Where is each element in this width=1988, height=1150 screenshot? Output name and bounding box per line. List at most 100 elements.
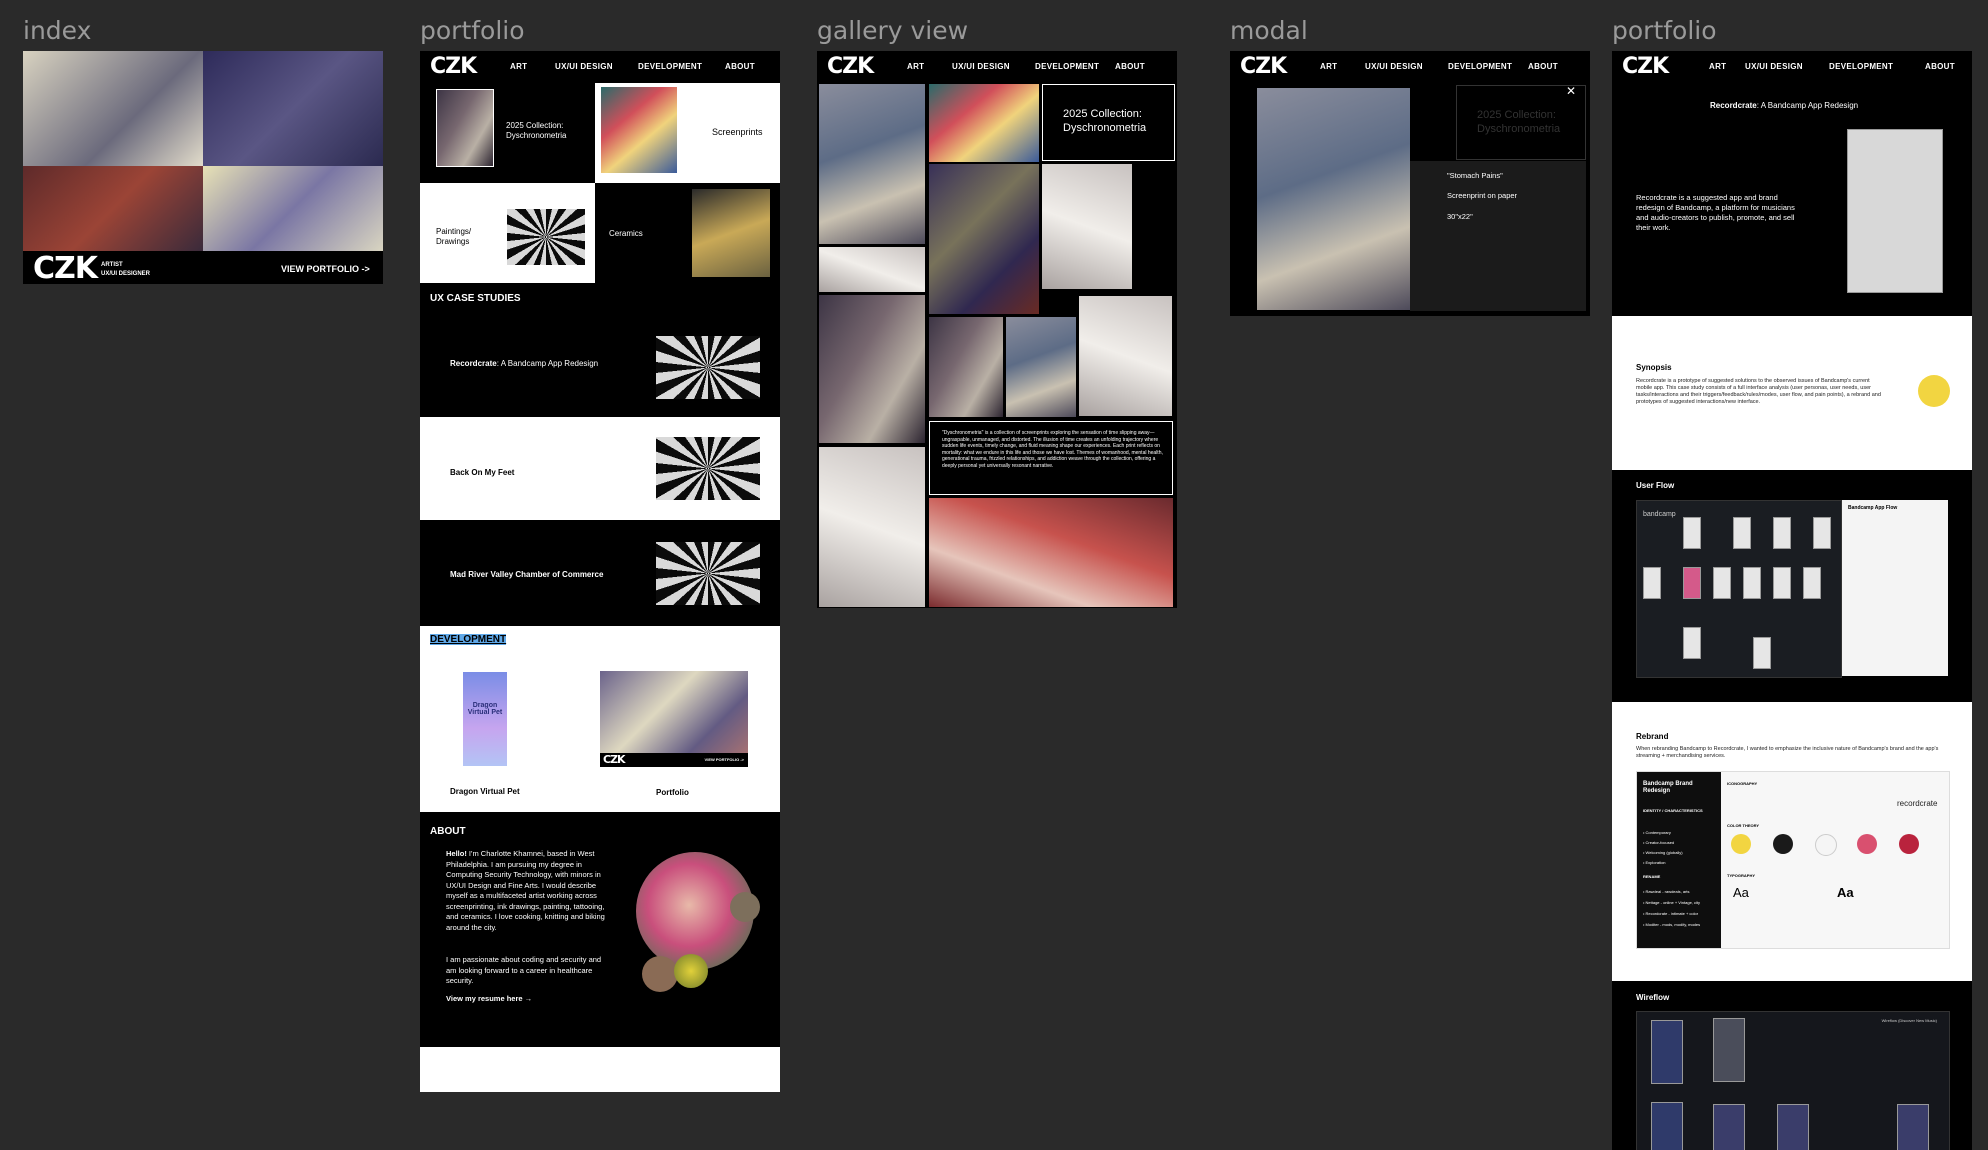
dev-section: DEVELOPMENT Dragon Virtual Pet Dragon Vi… [420,626,780,812]
case-back-on-my-feet[interactable]: Back On My Feet [420,417,780,520]
avatar-small-3 [674,954,708,988]
trait: • Welcoming (globally) [1643,850,1683,855]
nav-dev[interactable]: DEVELOPMENT [1829,62,1893,71]
ghost-title: 2025 Collection: Dyschronometria [1477,109,1561,135]
gallery-item[interactable] [819,84,925,244]
dragon-pet-thumb[interactable]: Dragon Virtual Pet [463,672,507,766]
case-title-bold: Recordcrate [1710,101,1757,110]
dev-heading: DEVELOPMENT [430,634,507,645]
role-artist: ARTIST [101,262,123,268]
role-ux: UX/UI DESIGNER [101,271,151,277]
gallery-item[interactable] [1042,164,1132,289]
case-hero: CZK ART UX/UI DESIGN DEVELOPMENT ABOUT R… [1612,51,1972,316]
view-portfolio-button[interactable]: VIEW PORTFOLIO -> [281,264,370,274]
case-intro: Recordcrate is a suggested app and brand… [1636,193,1795,232]
nav-dev[interactable]: DEVELOPMENT [638,62,702,71]
swatch-red [1899,834,1919,854]
about-heading: ABOUT [430,826,466,837]
rebrand-heading: Rebrand [1636,732,1669,741]
brand-redesign-heading: Bandcamp Brand Redesign [1643,781,1693,794]
gallery-title: 2025 Collection: Dyschronometria [1063,108,1147,134]
wire-screen [1713,1104,1745,1150]
nav-dev[interactable]: DEVELOPMENT [1035,62,1099,71]
dev2-label[interactable]: Portfolio [656,788,689,797]
case1-thumb [656,336,760,399]
nav-ux[interactable]: UX/UI DESIGN [555,62,613,71]
modal-medium: Screenprint on paper [1447,191,1518,200]
logo[interactable]: CZK [1622,54,1669,79]
flow-screen [1803,567,1821,599]
nav-art[interactable]: ART [1709,62,1726,71]
userflow-heading: User Flow [1636,481,1675,490]
case-recordcrate[interactable]: Recordcrate: A Bandcamp App Redesign [420,314,780,417]
nav-ux[interactable]: UX/UI DESIGN [1745,62,1803,71]
nav-art[interactable]: ART [907,62,924,71]
nav-art[interactable]: ART [1320,62,1337,71]
case-mad-river[interactable]: Mad River Valley Chamber of Commerce [420,520,780,626]
nav-ux[interactable]: UX/UI DESIGN [952,62,1010,71]
nav-ux[interactable]: UX/UI DESIGN [1365,62,1423,71]
paintings-thumb [507,209,585,265]
frame-label-modal: modal [1230,16,1308,45]
gallery-item[interactable] [929,84,1039,162]
tile-collection[interactable]: 2025 Collection: Dyschronometria [420,83,595,183]
wire-screen [1651,1020,1683,1084]
flow-screen [1773,517,1791,549]
logo[interactable]: CZK [430,54,477,79]
wireflow-diagram: Wireflow (Discover New Music) [1636,1011,1950,1150]
case2-thumb [656,437,760,500]
wireflow-heading: Wireflow [1636,993,1670,1002]
nav-about[interactable]: ABOUT [1528,62,1558,71]
portfolio-thumb-logo: CZK [603,753,626,766]
hero-tile [203,51,383,166]
color-theory-heading: COLOR THEORY [1727,823,1760,828]
nav-about[interactable]: ABOUT [1925,62,1955,71]
resume-link[interactable]: View my resume here → [446,994,532,1003]
gallery-item[interactable] [819,447,925,607]
about-p1: I'm Charlotte Khamnei, based in West Phi… [446,849,605,932]
modal-artwork [1257,88,1410,310]
trait: • Creator-focused [1643,840,1675,845]
name-option: • Nettage - online + Vintage, city [1643,900,1701,905]
flow-screen [1713,567,1731,599]
tile-ceramics[interactable]: Ceramics [595,183,780,283]
hero-tile [203,166,383,251]
case1-title: Recordcrate: A Bandcamp App Redesign [450,359,598,368]
swatch-pink [1857,834,1877,854]
collection-thumb [436,89,494,167]
portfolio-thumb[interactable]: CZK VIEW PORTFOLIO -> [600,671,748,767]
gallery-item[interactable] [929,498,1173,607]
close-icon[interactable]: ✕ [1566,84,1576,98]
app-flow-heading: Bandcamp App Flow [1848,505,1898,511]
nav-art[interactable]: ART [510,62,527,71]
gallery-item[interactable] [819,295,925,443]
case3-thumb [656,542,760,605]
identity-heading: IDENTITY / CHARACTERISTICS [1643,808,1703,813]
gallery-item[interactable] [1079,296,1172,416]
logo[interactable]: CZK [1240,54,1287,79]
synopsis-text: Recordcrate is a prototype of suggested … [1636,378,1881,405]
gallery-item[interactable] [819,247,925,292]
flow-screen [1813,517,1831,549]
index-frame: CZK ARTIST UX/UI DESIGNER VIEW PORTFOLIO… [23,51,383,284]
dev1-label[interactable]: Dragon Virtual Pet [450,787,520,796]
ceramics-label: Ceramics [609,229,643,238]
case-study-frame: CZK ART UX/UI DESIGN DEVELOPMENT ABOUT R… [1612,51,1972,1150]
logo[interactable]: CZK [33,251,98,284]
footer [420,1047,780,1092]
phone-mockup [1847,129,1943,293]
gallery-item[interactable] [1006,317,1076,417]
gallery-item[interactable] [929,164,1039,314]
gallery-item[interactable] [929,317,1003,417]
tile-paintings[interactable]: Paintings/ Drawings [420,183,595,283]
nav-dev[interactable]: DEVELOPMENT [1448,62,1512,71]
nav-about[interactable]: ABOUT [725,62,755,71]
names-list: • Rawdeal - rawdeals, arts • Nettage - o… [1643,886,1700,930]
nav-about[interactable]: ABOUT [1115,62,1145,71]
frame-label-gallery: gallery view [817,16,969,45]
logo[interactable]: CZK [827,54,874,79]
avatar-small-2 [642,956,678,992]
recordcrate-wordmark: recordcrate [1897,799,1938,808]
traits-list: • Contemporary • Creator-focused • Welco… [1643,828,1683,868]
tile-screenprints[interactable]: Screenprints [595,83,780,183]
